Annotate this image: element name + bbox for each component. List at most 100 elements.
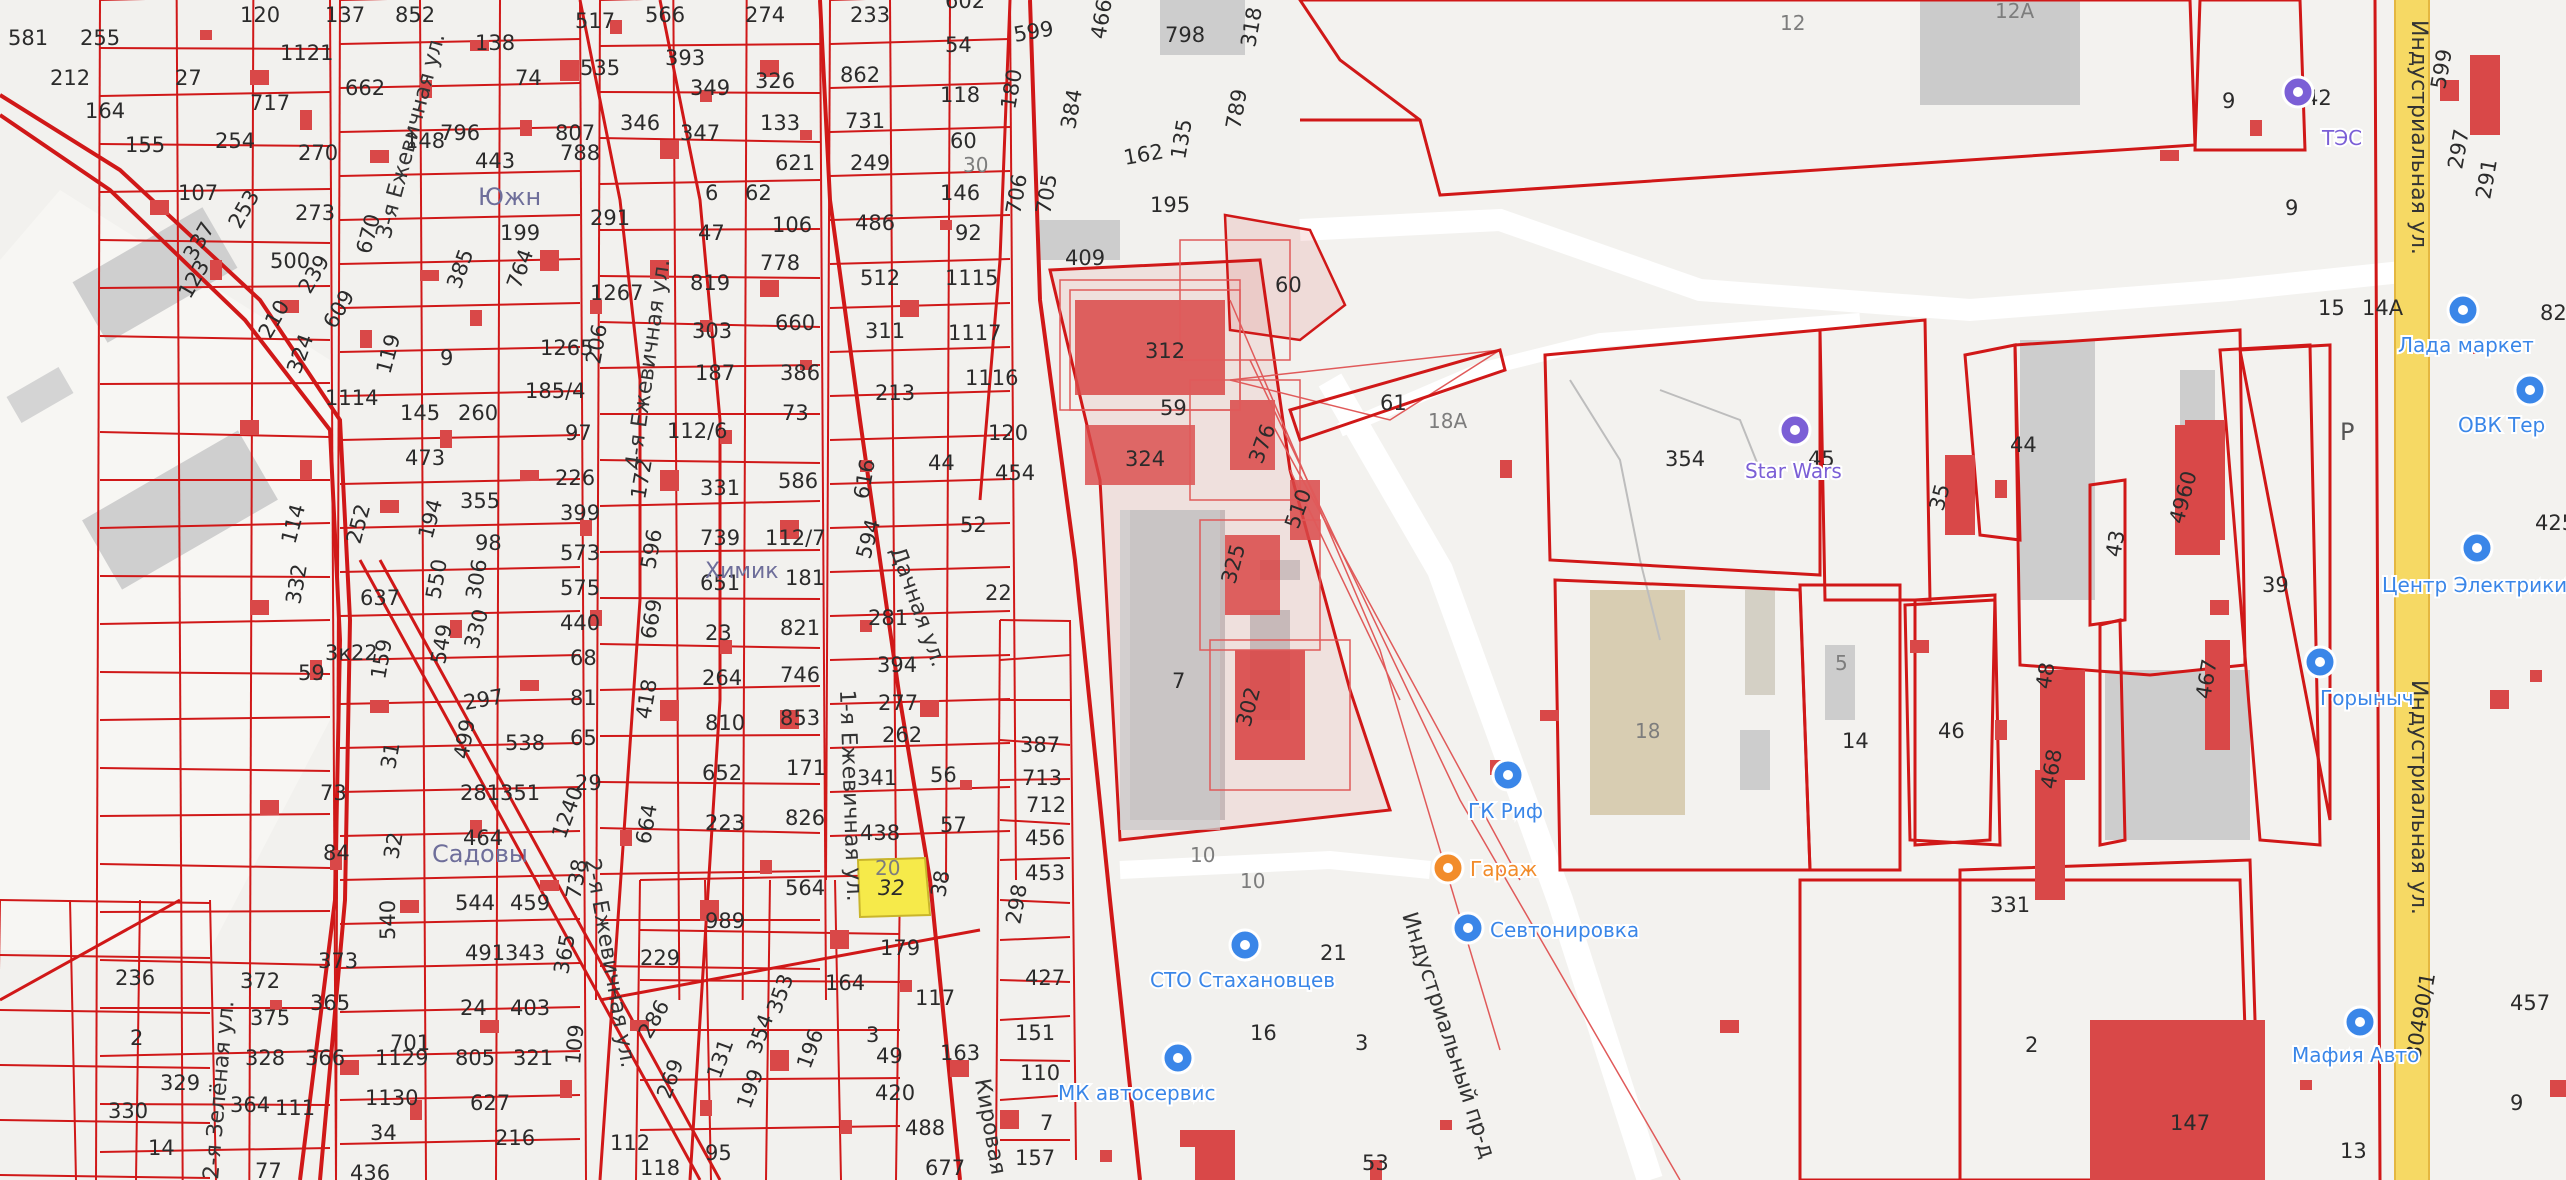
poi-garazh[interactable]: Гараж — [1431, 851, 1539, 885]
parcel-number: 1130 — [365, 1086, 418, 1110]
parcel-number: 386 — [780, 361, 820, 385]
parcel-number: 77 — [255, 1159, 282, 1180]
parcel-number: 120 — [988, 421, 1028, 445]
parcel-number: 9 — [2285, 196, 2298, 220]
parcel-number: 1267 — [590, 281, 643, 305]
parcel-number: 164 — [825, 971, 865, 995]
parcel-number: 117 — [915, 986, 955, 1010]
poi-label[interactable]: Горыныч — [2318, 684, 2416, 712]
poi-label[interactable]: МК автосервис — [1056, 1079, 1218, 1107]
parcel-number: 544 — [455, 891, 495, 915]
poi-label[interactable]: ГК Риф — [1466, 797, 1545, 825]
parcel-number: 111 — [275, 1096, 315, 1120]
poi-label[interactable]: Мафия Авто — [2290, 1041, 2421, 1069]
parcel-number: 852 — [395, 3, 435, 27]
parcel-number: 821 — [780, 616, 820, 640]
poi-label[interactable]: ОВК Тер — [2456, 411, 2547, 439]
parcel-number: 30 — [963, 153, 988, 177]
parcel-number: 393 — [665, 46, 705, 70]
parcel-number: 73 — [320, 781, 347, 805]
parcel-number: 330 — [108, 1099, 148, 1123]
parcel-number: 44 — [928, 451, 955, 475]
parcel-number: 372 — [240, 969, 280, 993]
poi-parking[interactable]: P — [2340, 418, 2354, 446]
parcel-number: 343 — [505, 941, 545, 965]
parcel-number: 453 — [1025, 861, 1065, 885]
parcel-number: 14А — [2362, 296, 2404, 320]
parcel-number: 155 — [125, 133, 165, 157]
parcel-number: 137 — [325, 3, 365, 27]
parcel-number: 18А — [1428, 409, 1467, 433]
parcel-number: 236 — [115, 966, 155, 990]
poi-label[interactable]: Севтонировка — [1488, 916, 1641, 944]
parcel-number: 163 — [940, 1041, 980, 1065]
parcel-number: 212 — [50, 66, 90, 90]
parcel-number: 185/4 — [525, 379, 586, 403]
parcel-number: 826 — [785, 806, 825, 830]
parcel-number: 564 — [785, 876, 825, 900]
poi-label[interactable]: Лада маркет — [2396, 331, 2536, 359]
parcel-number: 226 — [555, 466, 595, 490]
parcel-number: 57 — [940, 813, 967, 837]
parcel-number: 677 — [925, 1156, 965, 1180]
parcel-number: 796 — [440, 121, 480, 145]
parcel-number: 5 — [1835, 651, 1848, 675]
cadastral-map[interactable]: 581 212 255 120 137 852 517 566 274 233 602 466 798 3… — [0, 0, 2566, 1180]
parcel-number: 351 — [500, 781, 540, 805]
parcel-number: 260 — [458, 401, 498, 425]
parcel-number: 43 — [2101, 528, 2129, 558]
parcel-number: 347 — [680, 121, 720, 145]
parcel-number: 329 — [160, 1071, 200, 1095]
parcel-number: 575 — [560, 576, 600, 600]
parcel-number: 12А — [1995, 0, 2034, 23]
parcel-number: 538 — [505, 731, 545, 755]
poi-label[interactable]: Гараж — [1468, 855, 1539, 883]
parcel-number: 989 — [705, 909, 745, 933]
parcel-number: 581 — [8, 26, 48, 50]
parcel-number: 491 — [465, 941, 505, 965]
parcel-number: 21 — [1320, 941, 1347, 965]
parcel-number: 394 — [877, 653, 917, 677]
poi-label[interactable]: ТЭС — [2319, 124, 2364, 152]
parcel-number: 805 — [455, 1046, 495, 1070]
street-industrialnaya-2: Индустриальная ул. — [2406, 680, 2431, 915]
parcel-number: 459 — [510, 891, 550, 915]
parcel-number: 145 — [400, 401, 440, 425]
poi-label[interactable]: Star Wars — [1743, 457, 1844, 485]
parcel-number: 110 — [1020, 1061, 1060, 1085]
parcel-number: 106 — [772, 213, 812, 237]
parcel-number: 47 — [698, 221, 725, 245]
parcel-number: 65 — [570, 726, 597, 750]
parcel-number: 151 — [1015, 1021, 1055, 1045]
parcel-number: 717 — [250, 91, 290, 115]
parcel-number: 195 — [1150, 193, 1190, 217]
parcel-number: 7 — [1172, 669, 1185, 693]
parcel-number: 517 — [575, 9, 615, 33]
parcel-number: 2 — [2025, 1033, 2038, 1057]
map-canvas[interactable]: 581212255120 137 852 517 566 274 233602 466 798 3… — [0, 0, 2566, 1180]
parcel-number: 15 — [2318, 296, 2345, 320]
parcel-number: 810 — [705, 711, 745, 735]
area-khimik: Химик — [705, 559, 779, 584]
area-yuzhny: Южн — [478, 183, 541, 211]
parcel-number: 312 — [1145, 339, 1185, 363]
parcel-number: 16 — [1250, 1021, 1277, 1045]
parcel-number: 213 — [875, 381, 915, 405]
parcel-number: 10 — [1240, 869, 1265, 893]
parcel-number: 38 — [926, 868, 954, 898]
parcel-number: 512 — [860, 266, 900, 290]
parcel-number: 233 — [850, 3, 890, 27]
parcel-number: 146 — [940, 181, 980, 205]
parcel-number: 438 — [860, 821, 900, 845]
parcel-number: 84 — [323, 841, 350, 865]
parcel-number: 819 — [690, 271, 730, 295]
parcel-number: 14 — [148, 1136, 175, 1160]
parcel-number: 354 — [1665, 447, 1705, 471]
parking-icon[interactable]: P — [2340, 418, 2354, 446]
parcel-number: 637 — [360, 586, 400, 610]
poi-label[interactable]: Центр Электрики — [2380, 571, 2566, 599]
parcel-number: 138 — [475, 31, 515, 55]
parcel-number: 2 — [130, 1026, 143, 1050]
parcel-number: 281 — [460, 781, 500, 805]
poi-label[interactable]: СТО Стахановцев — [1148, 966, 1337, 994]
